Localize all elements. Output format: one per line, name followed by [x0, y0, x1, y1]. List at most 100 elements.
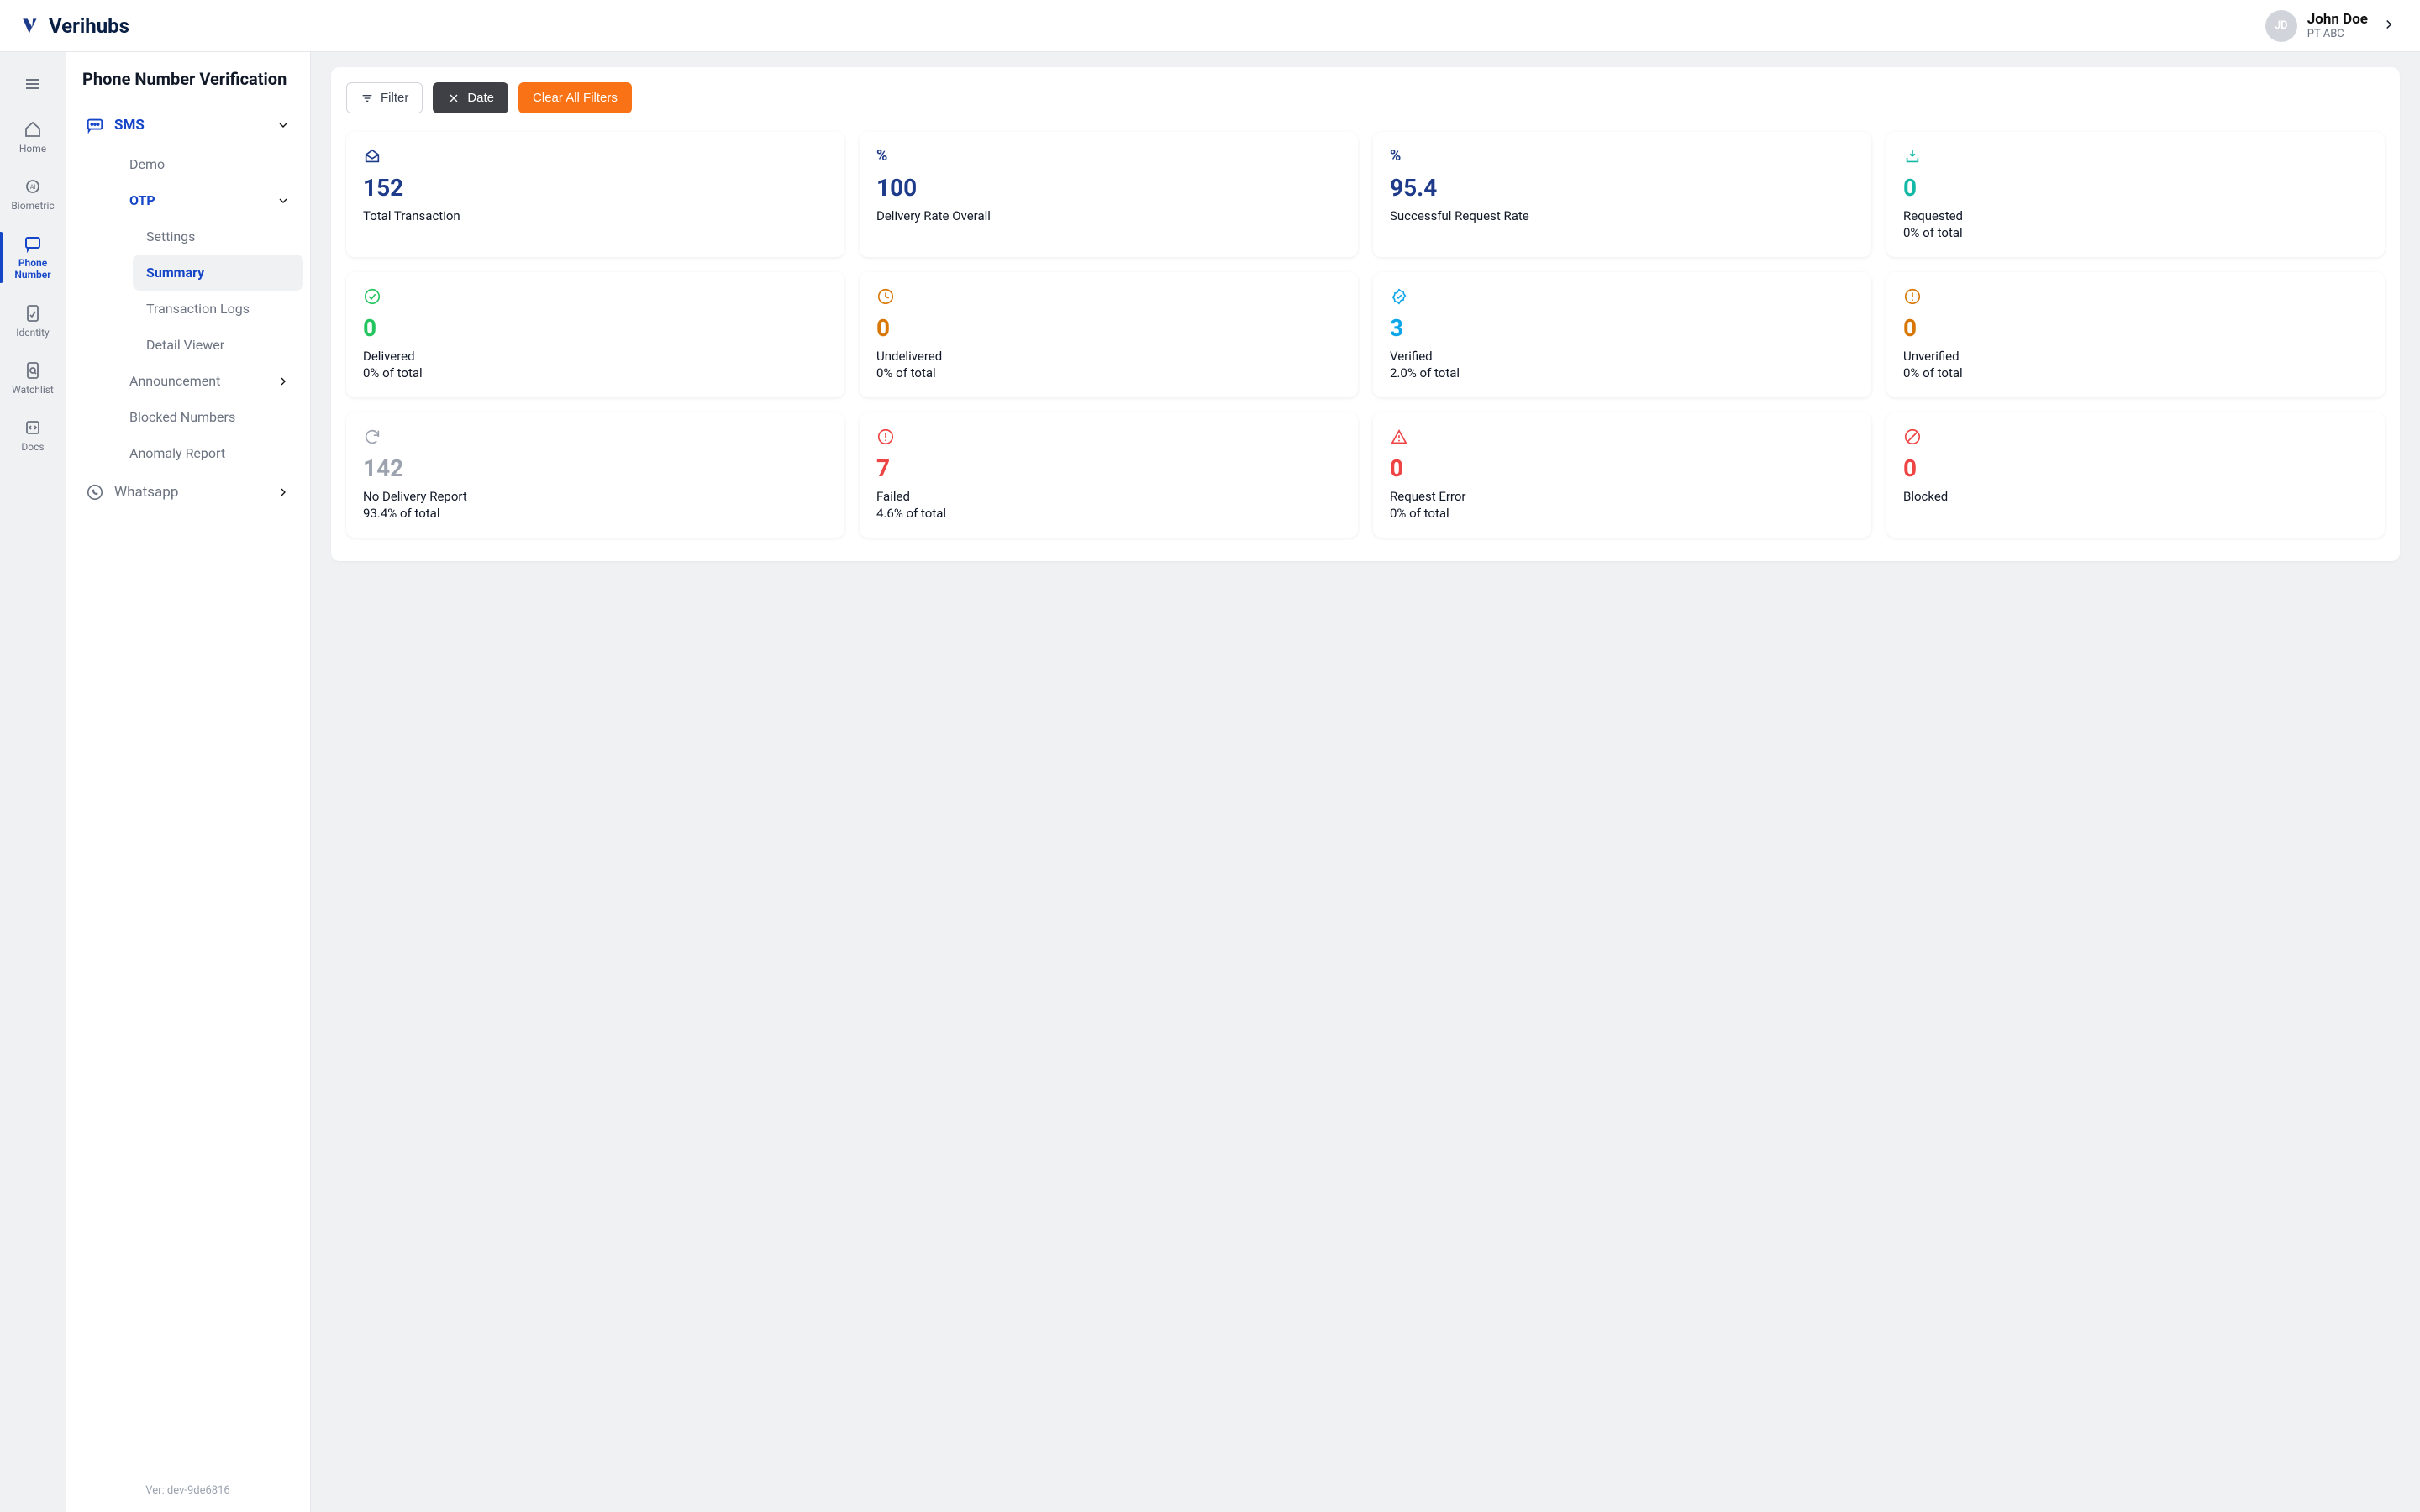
user-org: PT ABC — [2307, 28, 2368, 40]
card-value: 7 — [876, 454, 1341, 482]
watchlist-icon — [23, 360, 43, 381]
card-sublabel: 0% of total — [1390, 506, 1854, 521]
docs-icon — [23, 417, 43, 438]
sidebar-group-sms[interactable]: SMS — [72, 104, 303, 146]
card-label: Failed — [876, 489, 1341, 504]
check-circle-icon — [363, 287, 381, 306]
envelope-open-icon — [363, 147, 381, 165]
icon-rail: Home AI Biometric Phone Number Identity … — [0, 52, 66, 1512]
alert-circle-icon — [1903, 287, 1922, 306]
svg-text:AI: AI — [30, 184, 36, 191]
card-sublabel: 0% of total — [363, 365, 828, 381]
sidebar-group-label: SMS — [114, 117, 145, 134]
chevron-down-icon — [276, 194, 290, 207]
card-sublabel: 0% of total — [1903, 365, 2368, 381]
rail-label: Home — [19, 143, 46, 155]
rail-label: Biometric — [11, 200, 54, 212]
card-value: 0 — [1903, 314, 2368, 342]
sidebar-item-anomaly-report[interactable]: Anomaly Report — [116, 435, 303, 471]
sidebar-item-otp[interactable]: OTP — [116, 182, 303, 218]
card-label: Verified — [1390, 349, 1854, 364]
sidebar-item-settings[interactable]: Settings — [133, 218, 303, 255]
sidebar-item-demo[interactable]: Demo — [116, 146, 303, 182]
card-label: Total Transaction — [363, 208, 828, 223]
refresh-icon — [363, 428, 381, 446]
secondary-sidebar: Phone Number Verification SMS Demo OTP — [66, 52, 311, 1512]
card-undelivered: 0 Undelivered 0% of total — [860, 272, 1358, 397]
ban-icon — [1903, 428, 1922, 446]
home-icon — [23, 119, 43, 139]
card-label: Requested — [1903, 208, 2368, 223]
sidebar-item-summary[interactable]: Summary — [133, 255, 303, 291]
user-menu-toggle[interactable] — [2378, 13, 2400, 38]
card-sublabel: 4.6% of total — [876, 506, 1341, 521]
rail-item-docs[interactable]: Docs — [0, 409, 66, 461]
brand-logo: Verihubs — [20, 14, 129, 38]
hamburger-toggle[interactable] — [23, 62, 43, 106]
filter-bar: Filter Date Clear All Filters — [346, 82, 2385, 113]
rail-item-phone-number[interactable]: Phone Number — [0, 225, 66, 290]
card-label: No Delivery Report — [363, 489, 828, 504]
biometric-icon: AI — [23, 176, 43, 197]
identity-icon — [23, 303, 43, 323]
sidebar-item-detail-viewer[interactable]: Detail Viewer — [133, 327, 303, 363]
main-content: Filter Date Clear All Filters 152 — [311, 52, 2420, 1512]
sms-icon — [86, 116, 104, 134]
rail-label: Identity — [16, 327, 49, 339]
sidebar-item-transaction-logs[interactable]: Transaction Logs — [133, 291, 303, 327]
chevron-right-icon — [2381, 17, 2396, 32]
card-label: Delivery Rate Overall — [876, 208, 1341, 223]
card-label: Undelivered — [876, 349, 1341, 364]
card-sublabel: 93.4% of total — [363, 506, 828, 521]
rail-item-identity[interactable]: Identity — [0, 295, 66, 347]
card-label: Successful Request Rate — [1390, 208, 1854, 223]
chevron-right-icon — [276, 375, 290, 388]
card-requested: 0 Requested 0% of total — [1886, 132, 2385, 257]
percent-icon: % — [1390, 147, 1401, 165]
clock-icon — [876, 287, 895, 306]
card-delivered: 0 Delivered 0% of total — [346, 272, 844, 397]
rail-item-home[interactable]: Home — [0, 111, 66, 163]
message-icon — [23, 234, 43, 254]
sidebar-group-label: Whatsapp — [114, 484, 178, 501]
alert-triangle-icon — [1390, 428, 1408, 446]
card-verified: 3 Verified 2.0% of total — [1373, 272, 1871, 397]
avatar: JD — [2265, 10, 2297, 42]
rail-item-biometric[interactable]: AI Biometric — [0, 168, 66, 220]
verified-badge-icon — [1390, 287, 1408, 306]
summary-panel: Filter Date Clear All Filters 152 — [331, 67, 2400, 561]
sidebar-group-whatsapp[interactable]: Whatsapp — [72, 471, 303, 513]
alert-circle-icon — [876, 428, 895, 446]
filter-button[interactable]: Filter — [346, 82, 423, 113]
card-sublabel: 2.0% of total — [1390, 365, 1854, 381]
card-value: 0 — [363, 314, 828, 342]
card-label: Request Error — [1390, 489, 1854, 504]
sidebar-item-blocked-numbers[interactable]: Blocked Numbers — [116, 399, 303, 435]
card-failed: 7 Failed 4.6% of total — [860, 412, 1358, 538]
rail-label: Docs — [21, 441, 44, 453]
user-menu[interactable]: JD John Doe PT ABC — [2265, 10, 2400, 42]
date-button[interactable]: Date — [433, 82, 508, 113]
rail-label: Phone Number — [0, 257, 66, 281]
card-label: Delivered — [363, 349, 828, 364]
rail-label: Watchlist — [12, 384, 54, 396]
chevron-down-icon — [276, 118, 290, 132]
card-value: 3 — [1390, 314, 1854, 342]
sidebar-item-announcement[interactable]: Announcement — [116, 363, 303, 399]
brand-text: Verihubs — [49, 14, 129, 38]
card-sublabel: 0% of total — [1903, 225, 2368, 240]
card-request-error: 0 Request Error 0% of total — [1373, 412, 1871, 538]
whatsapp-icon — [86, 483, 104, 501]
close-icon — [447, 92, 460, 105]
card-blocked: 0 Blocked — [1886, 412, 2385, 538]
clear-filters-button[interactable]: Clear All Filters — [518, 82, 632, 113]
card-unverified: 0 Unverified 0% of total — [1886, 272, 2385, 397]
version-label: Ver: dev-9de6816 — [66, 1476, 310, 1505]
card-value: 100 — [876, 174, 1341, 202]
button-label: Clear All Filters — [533, 91, 618, 105]
filter-icon — [360, 92, 374, 105]
card-value: 152 — [363, 174, 828, 202]
hamburger-icon — [23, 74, 43, 94]
card-label: Unverified — [1903, 349, 2368, 364]
rail-item-watchlist[interactable]: Watchlist — [0, 352, 66, 404]
